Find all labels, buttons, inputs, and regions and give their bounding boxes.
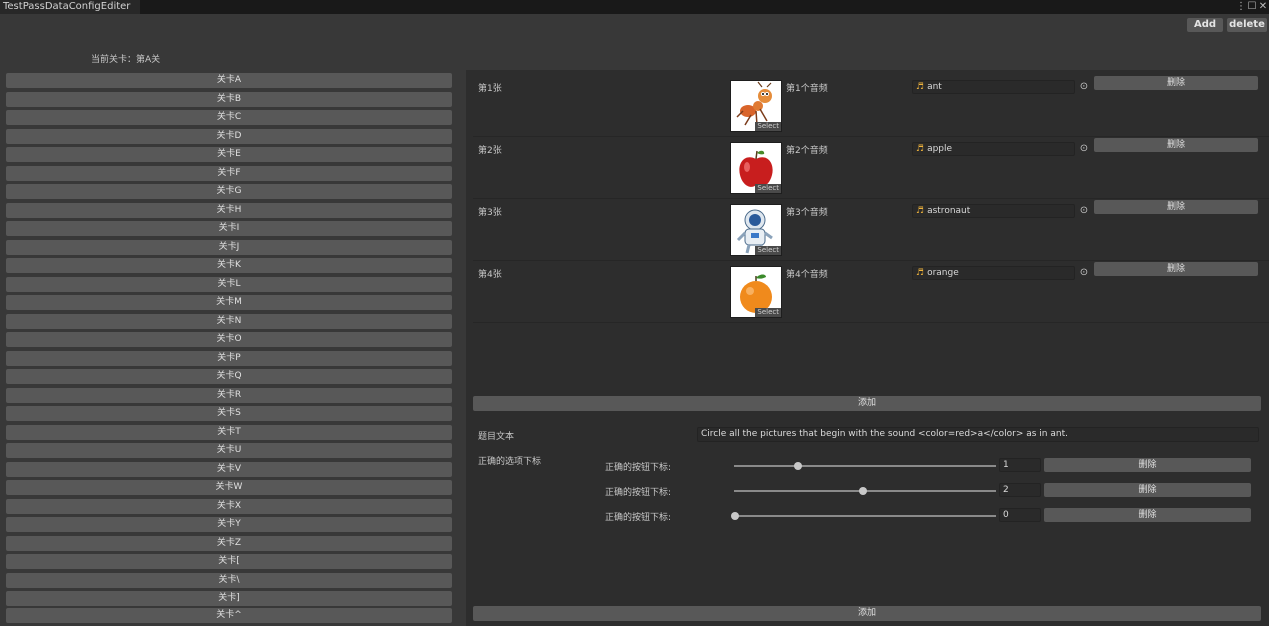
audio-clip-name: astronaut [927, 206, 971, 216]
delete-correct-index-button[interactable]: 删除 [1044, 458, 1251, 472]
level-button[interactable]: 关卡Q [6, 369, 452, 384]
level-button[interactable]: 关卡] [6, 591, 452, 606]
level-button[interactable]: 关卡H [6, 203, 452, 218]
ant-picture[interactable]: Select [730, 80, 782, 132]
select-image-button[interactable]: Select [755, 184, 781, 193]
level-button[interactable]: 关卡O [6, 332, 452, 347]
level-button[interactable]: 关卡L [6, 277, 452, 292]
entry-label: 第3张 [478, 208, 502, 218]
add-correct-index-button[interactable]: 添加 [473, 606, 1261, 621]
level-button[interactable]: 关卡T [6, 425, 452, 440]
delete-entry-button[interactable]: 删除 [1094, 76, 1258, 90]
audio-clip-field[interactable]: ♬ orange [912, 266, 1075, 280]
window-tab-title[interactable]: TestPassDataConfigEditer [0, 0, 140, 14]
delete-entry-button[interactable]: 删除 [1094, 200, 1258, 214]
audio-clip-name: ant [927, 82, 942, 92]
level-button[interactable]: 关卡V [6, 462, 452, 477]
level-button[interactable]: 关卡W [6, 480, 452, 495]
level-button[interactable]: 关卡C [6, 110, 452, 125]
question-text-label: 题目文本 [478, 432, 515, 442]
audio-clip-field[interactable]: ♬ astronaut [912, 204, 1075, 218]
audio-label: 第4个音频 [786, 270, 828, 280]
audio-label: 第1个音频 [786, 84, 828, 94]
select-image-button[interactable]: Select [755, 122, 781, 131]
entry-label: 第2张 [478, 146, 502, 156]
picture-entry: 第1张 Select 第1个音频 ♬ ant ⊙ 删除 [473, 76, 1269, 137]
correct-index-input[interactable]: 0 [999, 508, 1041, 522]
slider-handle[interactable] [859, 487, 867, 495]
level-button[interactable]: 关卡P [6, 351, 452, 366]
audio-clip-icon: ♬ [916, 144, 925, 154]
select-image-button[interactable]: Select [755, 308, 781, 317]
close-icon[interactable]: ✕ [1258, 0, 1268, 14]
delete-correct-index-button[interactable]: 删除 [1044, 508, 1251, 522]
level-button[interactable]: 关卡Y [6, 517, 452, 532]
kebab-menu-icon[interactable]: ⋮ [1236, 0, 1246, 14]
audio-clip-icon: ♬ [916, 206, 925, 216]
object-picker-icon[interactable]: ⊙ [1078, 204, 1090, 218]
correct-index-slider[interactable] [734, 487, 996, 495]
audio-label: 第3个音频 [786, 208, 828, 218]
audio-clip-icon: ♬ [916, 82, 925, 92]
select-image-button[interactable]: Select [755, 246, 781, 255]
level-button[interactable]: 关卡S [6, 406, 452, 421]
orange-picture[interactable]: Select [730, 266, 782, 318]
level-button[interactable]: 关卡^ [6, 608, 452, 623]
correct-index-slider[interactable] [731, 512, 996, 520]
entry-label: 第4张 [478, 270, 502, 280]
audio-label: 第2个音频 [786, 146, 828, 156]
add-level-button[interactable]: Add [1187, 18, 1223, 32]
level-button[interactable]: 关卡N [6, 314, 452, 329]
level-button[interactable]: 关卡K [6, 258, 452, 273]
maximize-icon[interactable]: ☐ [1247, 0, 1257, 14]
delete-entry-button[interactable]: 删除 [1094, 138, 1258, 152]
level-button[interactable]: 关卡[ [6, 554, 452, 569]
level-button[interactable]: 关卡R [6, 388, 452, 403]
correct-options-label: 正确的选项下标 [478, 457, 542, 467]
question-text-input[interactable]: Circle all the pictures that begin with … [697, 427, 1259, 442]
audio-clip-name: apple [927, 144, 953, 154]
add-picture-button[interactable]: 添加 [473, 396, 1261, 411]
level-button[interactable]: 关卡\ [6, 573, 452, 588]
level-button[interactable]: 关卡D [6, 129, 452, 144]
level-button[interactable]: 关卡F [6, 166, 452, 181]
correct-index-label: 正确的按钮下标: [605, 463, 672, 473]
level-button[interactable]: 关卡Z [6, 536, 452, 551]
astronaut-picture[interactable]: Select [730, 204, 782, 256]
correct-index-slider[interactable] [734, 462, 996, 470]
level-button[interactable]: 关卡A [6, 73, 452, 88]
level-button[interactable]: 关卡B [6, 92, 452, 107]
window-tab-bar: TestPassDataConfigEditer ⋮ ☐ ✕ [0, 0, 1269, 14]
slider-handle[interactable] [794, 462, 802, 470]
slider-handle[interactable] [731, 512, 739, 520]
audio-clip-name: orange [927, 268, 959, 278]
entry-label: 第1张 [478, 84, 502, 94]
delete-level-button[interactable]: delete [1227, 18, 1267, 32]
delete-entry-button[interactable]: 删除 [1094, 262, 1258, 276]
correct-index-label: 正确的按钮下标: [605, 513, 672, 523]
current-level-label: 当前关卡：第A关 [91, 55, 161, 65]
picture-entry: 第2张 Select 第2个音频 ♬ apple ⊙ 删除 [473, 138, 1269, 199]
level-button[interactable]: 关卡I [6, 221, 452, 236]
level-button[interactable]: 关卡J [6, 240, 452, 255]
level-button[interactable]: 关卡G [6, 184, 452, 199]
level-button[interactable]: 关卡M [6, 295, 452, 310]
level-button[interactable]: 关卡U [6, 443, 452, 458]
object-picker-icon[interactable]: ⊙ [1078, 142, 1090, 156]
object-picker-icon[interactable]: ⊙ [1078, 80, 1090, 94]
audio-clip-field[interactable]: ♬ ant [912, 80, 1075, 94]
picture-entry: 第3张 Select 第3个音频 ♬ astronaut ⊙ 删除 [473, 200, 1269, 261]
apple-picture[interactable]: Select [730, 142, 782, 194]
correct-index-label: 正确的按钮下标: [605, 488, 672, 498]
picture-entry: 第4张 Select 第4个音频 ♬ orange ⊙ 删除 [473, 262, 1269, 323]
object-picker-icon[interactable]: ⊙ [1078, 266, 1090, 280]
level-button[interactable]: 关卡X [6, 499, 452, 514]
correct-index-input[interactable]: 1 [999, 458, 1041, 472]
audio-clip-icon: ♬ [916, 268, 925, 278]
correct-index-input[interactable]: 2 [999, 483, 1041, 497]
level-button[interactable]: 关卡E [6, 147, 452, 162]
audio-clip-field[interactable]: ♬ apple [912, 142, 1075, 156]
delete-correct-index-button[interactable]: 删除 [1044, 483, 1251, 497]
